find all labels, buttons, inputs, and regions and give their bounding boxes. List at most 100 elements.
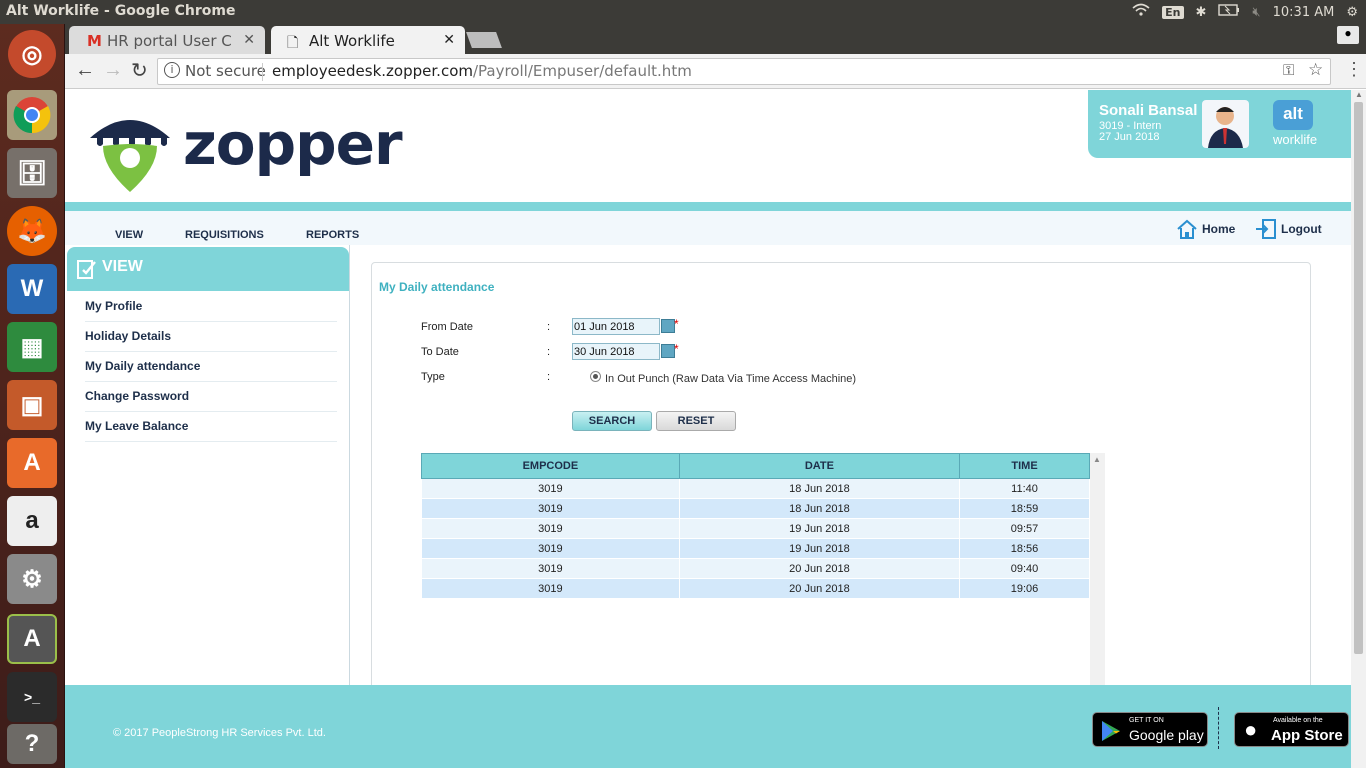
- home-icon: [1177, 219, 1197, 239]
- keyboard-layout-indicator[interactable]: En: [1162, 5, 1184, 19]
- clock[interactable]: 10:31 AM: [1273, 5, 1335, 20]
- google-play-badge[interactable]: GET IT ON Google play: [1092, 712, 1208, 747]
- table-row[interactable]: 3019 19 Jun 2018 18:56: [421, 538, 1090, 559]
- key-icon[interactable]: ⚿: [1283, 61, 1294, 79]
- user-date: 27 Jun 2018: [1099, 131, 1160, 143]
- column-header[interactable]: TIME: [959, 453, 1090, 479]
- sidebar: VIEW My Profile Holiday Details My Daily…: [65, 245, 350, 685]
- address-bar[interactable]: i Not secure employeedesk.zopper.com/Pay…: [157, 58, 1331, 85]
- settings-gear-icon[interactable]: ⚙: [1346, 5, 1358, 20]
- app-store-badge[interactable]: ● Available on the App Store: [1234, 712, 1349, 747]
- table-row[interactable]: 3019 18 Jun 2018 18:59: [421, 498, 1090, 519]
- user-avatar[interactable]: [1202, 100, 1249, 148]
- type-option-label[interactable]: In Out Punch (Raw Data Via Time Access M…: [605, 373, 856, 385]
- tab-alt-worklife[interactable]: 🗋 Alt Worklife ✕: [271, 26, 465, 54]
- page-scrollbar[interactable]: ▲: [1351, 90, 1366, 768]
- software-updater-icon[interactable]: A: [7, 614, 57, 664]
- reload-icon[interactable]: ↻: [131, 58, 148, 83]
- edit-doc-icon: [77, 258, 97, 285]
- logout-label: Logout: [1281, 222, 1322, 236]
- forward-icon[interactable]: →: [103, 59, 123, 82]
- back-icon[interactable]: ←: [75, 59, 95, 82]
- calendar-icon[interactable]: [661, 319, 675, 333]
- column-header[interactable]: EMPCODE: [421, 453, 680, 479]
- calc-icon[interactable]: ▦: [7, 322, 57, 372]
- wifi-icon[interactable]: [1132, 3, 1150, 21]
- search-button[interactable]: SEARCH: [572, 411, 652, 431]
- new-tab-button[interactable]: [466, 32, 502, 48]
- chrome-icon[interactable]: [7, 90, 57, 140]
- help-icon[interactable]: ?: [7, 724, 57, 764]
- zopper-logo-text: zopper: [183, 110, 403, 178]
- calendar-icon[interactable]: [661, 344, 675, 358]
- terminal-icon[interactable]: >_: [7, 672, 57, 722]
- close-icon[interactable]: ✕: [243, 32, 255, 48]
- system-settings-icon[interactable]: ⚙: [7, 554, 57, 604]
- cell-empcode: 3019: [421, 518, 680, 539]
- url-divider: [262, 63, 263, 81]
- sidebar-item-daily-attendance[interactable]: My Daily attendance: [85, 352, 337, 382]
- sidebar-item-holiday-details[interactable]: Holiday Details: [85, 322, 337, 352]
- close-icon[interactable]: ✕: [443, 32, 455, 48]
- writer-icon[interactable]: W: [7, 264, 57, 314]
- software-center-icon[interactable]: A: [7, 438, 57, 488]
- battery-icon[interactable]: [1218, 4, 1240, 20]
- table-row[interactable]: 3019 20 Jun 2018 09:40: [421, 558, 1090, 579]
- menu-icon[interactable]: ⋮: [1345, 59, 1363, 80]
- bluetooth-icon[interactable]: ✱: [1196, 5, 1207, 20]
- profile-icon[interactable]: ●: [1337, 26, 1359, 44]
- type-radio[interactable]: [590, 371, 601, 382]
- to-colon: :: [547, 346, 551, 358]
- cell-empcode: 3019: [421, 498, 680, 519]
- cell-time: 19:06: [959, 578, 1090, 599]
- impress-icon[interactable]: ▣: [7, 380, 57, 430]
- cell-empcode: 3019: [421, 558, 680, 579]
- security-label[interactable]: Not secure: [185, 62, 266, 80]
- cell-empcode: 3019: [421, 478, 680, 499]
- user-name: Sonali Bansal: [1099, 102, 1198, 119]
- files-icon[interactable]: 🗄: [7, 148, 57, 198]
- from-date-input[interactable]: [572, 318, 660, 335]
- table-header-row: EMPCODE DATE TIME: [421, 453, 1090, 479]
- table-row[interactable]: 3019 18 Jun 2018 11:40: [421, 478, 1090, 499]
- scroll-up-arrow-icon[interactable]: ▲: [1093, 455, 1101, 464]
- required-mark: *: [674, 317, 679, 331]
- cell-date: 19 Jun 2018: [678, 538, 961, 559]
- volume-muted-icon[interactable]: 🔇︎: [1252, 5, 1260, 20]
- column-header[interactable]: DATE: [678, 453, 961, 479]
- cell-empcode: 3019: [421, 578, 680, 599]
- bookmark-star-icon[interactable]: ☆: [1308, 60, 1323, 80]
- sidebar-item-leave-balance[interactable]: My Leave Balance: [85, 412, 337, 442]
- url-text[interactable]: employeedesk.zopper.com/Payroll/Empuser/…: [272, 62, 692, 80]
- logout-link[interactable]: Logout: [1255, 218, 1322, 240]
- firefox-icon[interactable]: 🦊: [7, 206, 57, 256]
- ubuntu-dash-icon[interactable]: ◎: [8, 30, 56, 78]
- alt-badge: alt: [1273, 100, 1313, 130]
- to-date-input[interactable]: [572, 343, 660, 360]
- cell-date: 20 Jun 2018: [678, 558, 961, 579]
- nav-view[interactable]: VIEW: [115, 229, 143, 241]
- app-store-small: Available on the: [1273, 717, 1323, 724]
- table-scrollbar[interactable]: ▲: [1090, 453, 1105, 688]
- amazon-icon[interactable]: a: [7, 496, 57, 546]
- worklife-label: worklife: [1273, 132, 1318, 147]
- table-row[interactable]: 3019 20 Jun 2018 19:06: [421, 578, 1090, 599]
- system-top-bar: Alt Worklife - Google Chrome En ✱ 🔇︎ 10:…: [0, 0, 1366, 24]
- copyright-text: © 2017 PeopleStrong HR Services Pvt. Ltd…: [113, 727, 326, 739]
- info-icon[interactable]: i: [164, 62, 180, 78]
- sidebar-item-my-profile[interactable]: My Profile: [85, 292, 337, 322]
- home-link[interactable]: Home: [1176, 218, 1235, 240]
- nav-reports[interactable]: REPORTS: [306, 229, 359, 241]
- reset-button[interactable]: RESET: [656, 411, 736, 431]
- table-row[interactable]: 3019 19 Jun 2018 09:57: [421, 518, 1090, 539]
- scroll-thumb[interactable]: [1354, 102, 1363, 654]
- cell-date: 20 Jun 2018: [678, 578, 961, 599]
- google-play-small: GET IT ON: [1129, 717, 1164, 724]
- scroll-up-arrow-icon[interactable]: ▲: [1355, 90, 1363, 99]
- nav-requisitions[interactable]: REQUISITIONS: [185, 229, 264, 241]
- tab-hr-portal[interactable]: M HR portal User Cred ✕: [69, 26, 265, 54]
- gmail-icon: M: [87, 32, 102, 50]
- sidebar-item-change-password[interactable]: Change Password: [85, 382, 337, 412]
- web-page: zopper Sonali Bansal 3019 - Intern 27 Ju…: [65, 90, 1351, 768]
- attendance-table: EMPCODE DATE TIME 3019 18 Jun 2018 11:40…: [421, 453, 1090, 599]
